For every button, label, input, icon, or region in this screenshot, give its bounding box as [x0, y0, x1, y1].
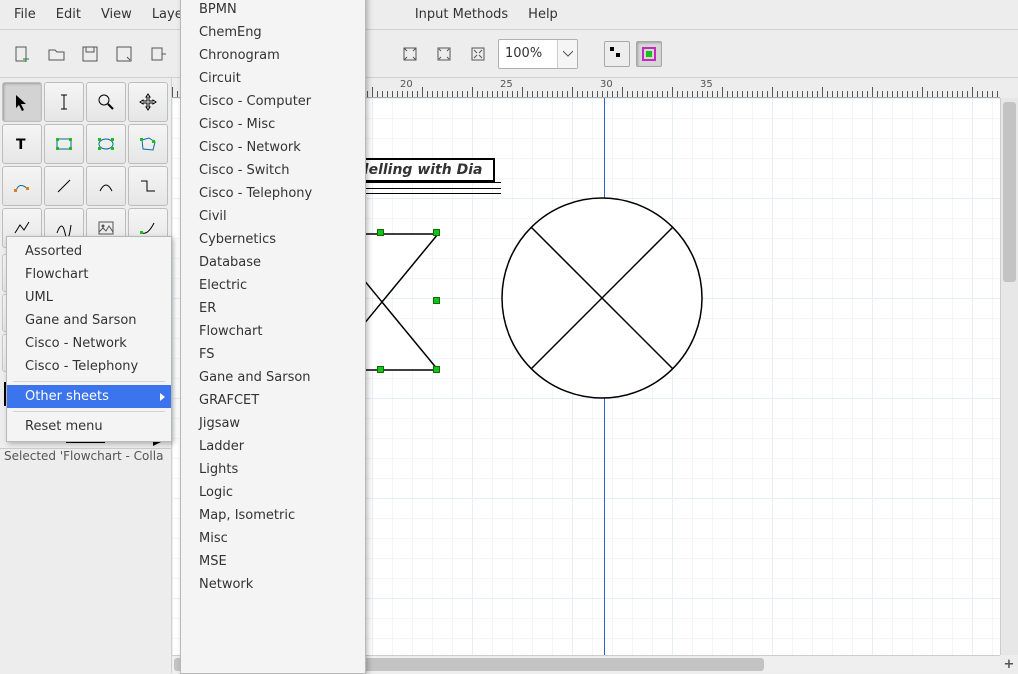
open-file-icon[interactable]	[42, 40, 70, 68]
sheet-menu-flowchart[interactable]: Flowchart	[7, 263, 171, 286]
vertical-scrollbar[interactable]	[1000, 98, 1018, 655]
ruler-label: 30	[600, 79, 613, 90]
arc-tool-icon[interactable]	[86, 166, 126, 206]
menu-help[interactable]: Help	[518, 3, 568, 26]
sheet-menu-uml[interactable]: UML	[7, 286, 171, 309]
sheet-context-menu: Assorted Flowchart UML Gane and Sarson C…	[6, 236, 172, 442]
text-edit-tool-icon[interactable]	[44, 82, 84, 122]
sheet-item-grafcet[interactable]: GRAFCET	[181, 389, 365, 412]
sheet-item-ladder[interactable]: Ladder	[181, 435, 365, 458]
zoom-value: 100%	[499, 46, 557, 61]
sheet-item-logic[interactable]: Logic	[181, 481, 365, 504]
sheet-item-bpmn[interactable]: BPMN	[181, 0, 365, 21]
sheet-item-database[interactable]: Database	[181, 251, 365, 274]
polygon-tool-icon[interactable]	[128, 124, 168, 164]
sheet-item-mse[interactable]: MSE	[181, 550, 365, 573]
menu-input-methods[interactable]: Input Methods	[405, 3, 518, 26]
main-toolbar: 100%	[0, 30, 1018, 78]
menu-separator	[13, 381, 165, 382]
svg-text:T: T	[16, 137, 26, 153]
resize-handle[interactable]	[377, 366, 384, 373]
sheet-item-cisco-misc[interactable]: Cisco - Misc	[181, 113, 365, 136]
resize-handle[interactable]	[433, 297, 440, 304]
ruler-label: 35	[700, 79, 713, 90]
sheet-item-cisco-switch[interactable]: Cisco - Switch	[181, 159, 365, 182]
sheet-item-network[interactable]: Network	[181, 573, 365, 596]
menu-edit[interactable]: Edit	[46, 3, 91, 26]
pointer-tool-icon[interactable]	[2, 82, 42, 122]
resize-handle[interactable]	[433, 229, 440, 236]
sheet-item-civil[interactable]: Civil	[181, 205, 365, 228]
sheet-menu-cisco-network[interactable]: Cisco - Network	[7, 332, 171, 355]
sheet-menu-gane-sarson[interactable]: Gane and Sarson	[7, 309, 171, 332]
pan-tool-icon[interactable]	[128, 82, 168, 122]
zoom-in-icon[interactable]	[430, 40, 458, 68]
sheet-item-fs[interactable]: FS	[181, 343, 365, 366]
zoom-tool-icon[interactable]	[86, 82, 126, 122]
sheet-item-misc[interactable]: Misc	[181, 527, 365, 550]
menu-file[interactable]: File	[4, 3, 46, 26]
sheet-item-cybernetics[interactable]: Cybernetics	[181, 228, 365, 251]
sheet-item-cisco-computer[interactable]: Cisco - Computer	[181, 90, 365, 113]
export-icon[interactable]	[144, 40, 172, 68]
snap-object-toggle[interactable]	[636, 41, 662, 67]
sheet-item-circuit[interactable]: Circuit	[181, 67, 365, 90]
sheet-item-electric[interactable]: Electric	[181, 274, 365, 297]
ruler-label: 25	[500, 79, 513, 90]
sheet-item-flowchart[interactable]: Flowchart	[181, 320, 365, 343]
sheet-item-jigsaw[interactable]: Jigsaw	[181, 412, 365, 435]
zoom-out-icon[interactable]	[464, 40, 492, 68]
sheet-item-chronogram[interactable]: Chronogram	[181, 44, 365, 67]
ruler-label: 20	[400, 79, 413, 90]
status-bar: Selected 'Flowchart - Colla	[0, 448, 171, 466]
sheet-item-map-isometric[interactable]: Map, Isometric	[181, 504, 365, 527]
zigzag-tool-icon[interactable]	[128, 166, 168, 206]
sheet-item-chemeng[interactable]: ChemEng	[181, 21, 365, 44]
sheet-menu-other-sheets[interactable]: Other sheets	[7, 385, 171, 408]
sheet-item-cisco-network[interactable]: Cisco - Network	[181, 136, 365, 159]
sheet-menu-cisco-telephony[interactable]: Cisco - Telephony	[7, 355, 171, 378]
toolbox: T	[0, 78, 171, 252]
menu-separator	[13, 411, 165, 412]
new-file-icon[interactable]	[8, 40, 36, 68]
scrollbar-thumb[interactable]	[1003, 102, 1016, 282]
resize-handle[interactable]	[433, 366, 440, 373]
add-diagram-icon[interactable]: +	[1000, 655, 1018, 673]
other-sheets-submenu: BPMN ChemEng Chronogram Circuit Cisco - …	[180, 0, 366, 674]
box-tool-icon[interactable]	[44, 124, 84, 164]
save-file-icon[interactable]	[76, 40, 104, 68]
text-tool-icon[interactable]: T	[2, 124, 42, 164]
bezier-tool-icon[interactable]	[2, 166, 42, 206]
sheet-item-cisco-telephony[interactable]: Cisco - Telephony	[181, 182, 365, 205]
main-menubar: File Edit View Layers Input Methods Help	[0, 0, 1018, 30]
sheet-item-gane-sarson[interactable]: Gane and Sarson	[181, 366, 365, 389]
sheet-menu-assorted[interactable]: Assorted	[7, 240, 171, 263]
save-as-icon[interactable]	[110, 40, 138, 68]
resize-handle[interactable]	[377, 229, 384, 236]
fit-page-icon[interactable]	[396, 40, 424, 68]
chevron-down-icon[interactable]	[557, 40, 577, 68]
sheet-item-lights[interactable]: Lights	[181, 458, 365, 481]
sheet-menu-reset[interactable]: Reset menu	[7, 415, 171, 438]
canvas-shape-summary[interactable]	[497, 193, 707, 403]
line-tool-icon[interactable]	[44, 166, 84, 206]
zoom-combo[interactable]: 100%	[498, 39, 578, 69]
sheet-item-er[interactable]: ER	[181, 297, 365, 320]
menu-view[interactable]: View	[91, 3, 142, 26]
snap-grid-toggle[interactable]	[604, 41, 630, 67]
ellipse-tool-icon[interactable]	[86, 124, 126, 164]
